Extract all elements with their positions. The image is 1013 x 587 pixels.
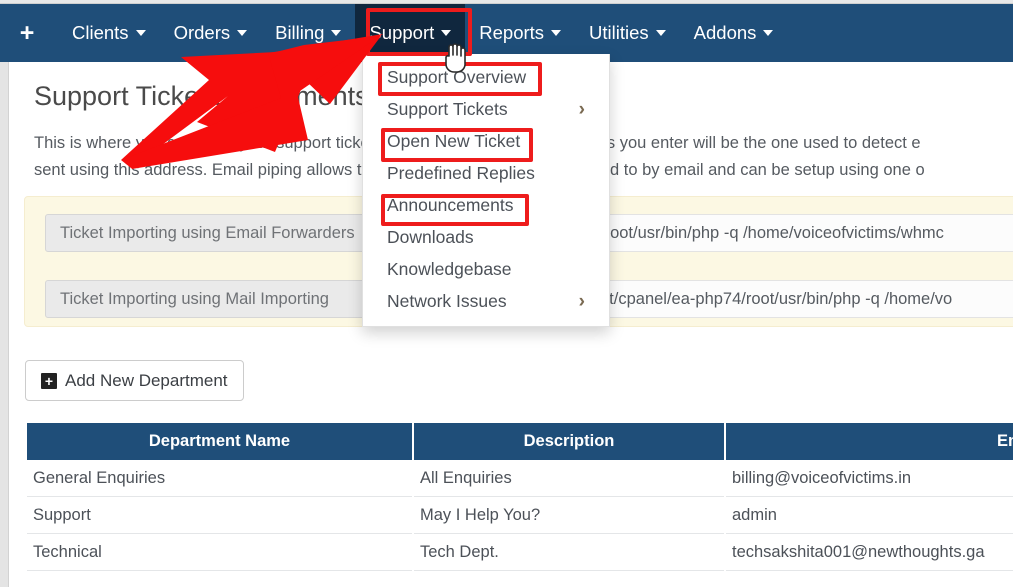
table-row[interactable]: Technical Tech Dept. techsakshita001@new… [27,534,1013,571]
chevron-down-icon [135,30,146,36]
menu-item-predefined-replies[interactable]: Predefined Replies [363,157,609,189]
cell-email: admin [726,497,1013,534]
nav-item-label: Support [369,22,435,43]
chevron-down-icon [763,30,774,36]
menu-item-label: Predefined Replies [387,162,535,183]
nav-item-label: Orders [173,22,231,43]
menu-item-label: Downloads [387,226,474,247]
menu-item-label: Announcements [387,194,514,215]
table-row[interactable]: General Enquiries All Enquiries billing@… [27,460,1013,497]
column-header-email[interactable]: Email [726,423,1013,460]
support-dropdown-menu: Support Overview Support Tickets › Open … [362,54,610,327]
add-new-department-label: Add New Department [65,370,228,390]
plus-icon[interactable]: + [10,4,44,62]
table-row[interactable]: Support May I Help You? admin [27,497,1013,534]
menu-item-open-new-ticket[interactable]: Open New Ticket [363,125,609,157]
cell-description: May I Help You? [414,497,724,534]
nav-item-clients[interactable]: Clients [58,4,160,62]
menu-item-knowledgebase[interactable]: Knowledgebase [363,253,609,285]
cell-department-name: Support [27,497,412,534]
column-header-department-name[interactable]: Department Name [27,423,412,460]
cell-description: Tech Dept. [414,534,724,571]
nav-item-label: Clients [72,22,129,43]
menu-item-label: Support Tickets [387,98,508,119]
departments-table: Department Name Description Email Genera… [25,423,1013,571]
plus-square-icon: + [41,372,57,389]
cell-email: techsakshita001@newthoughts.ga [726,534,1013,571]
nav-item-label: Billing [275,22,325,43]
add-new-department-button[interactable]: + Add New Department [25,360,244,401]
column-header-description[interactable]: Description [414,423,724,460]
nav-item-orders[interactable]: Orders [160,4,262,62]
menu-item-support-overview[interactable]: Support Overview [363,61,609,93]
cell-email: billing@voiceofvictims.in [726,460,1013,497]
chevron-right-icon: › [578,98,585,120]
chevron-right-icon: › [578,290,585,312]
chevron-down-icon [331,30,342,36]
cell-department-name: Technical [27,534,412,571]
cell-department-name: General Enquiries [27,460,412,497]
left-rail [0,4,9,587]
chevron-down-icon [655,30,666,36]
menu-item-support-tickets[interactable]: Support Tickets › [363,93,609,125]
menu-item-network-issues[interactable]: Network Issues › [363,285,609,317]
chevron-down-icon [237,30,248,36]
menu-item-label: Knowledgebase [387,258,512,279]
nav-item-label: Utilities [589,22,649,43]
menu-item-label: Open New Ticket [387,130,521,151]
nav-item-addons[interactable]: Addons [680,4,788,62]
menu-item-announcements[interactable]: Announcements [363,189,609,221]
departments-table-body: General Enquiries All Enquiries billing@… [27,460,1013,571]
nav-item-label: Reports [479,22,545,43]
app-root: + Clients Orders Billing Support Reports [0,0,1013,587]
menu-item-label: Support Overview [387,66,527,87]
nav-item-billing[interactable]: Billing [261,4,355,62]
nav-item-label: Addons [693,22,757,43]
table-header-row: Department Name Description Email [27,423,1013,460]
menu-item-downloads[interactable]: Downloads [363,221,609,253]
email-forwarders-command[interactable]: /root/usr/bin/php -q /home/voiceofvictim… [590,214,1013,252]
chevron-down-icon [551,30,562,36]
mail-importing-command[interactable]: ot/cpanel/ea-php74/root/usr/bin/php -q /… [590,280,1013,318]
cell-description: All Enquiries [414,460,724,497]
chevron-down-icon [441,30,452,36]
menu-item-label: Network Issues [387,290,507,311]
departments-table-head: Department Name Description Email [27,423,1013,460]
